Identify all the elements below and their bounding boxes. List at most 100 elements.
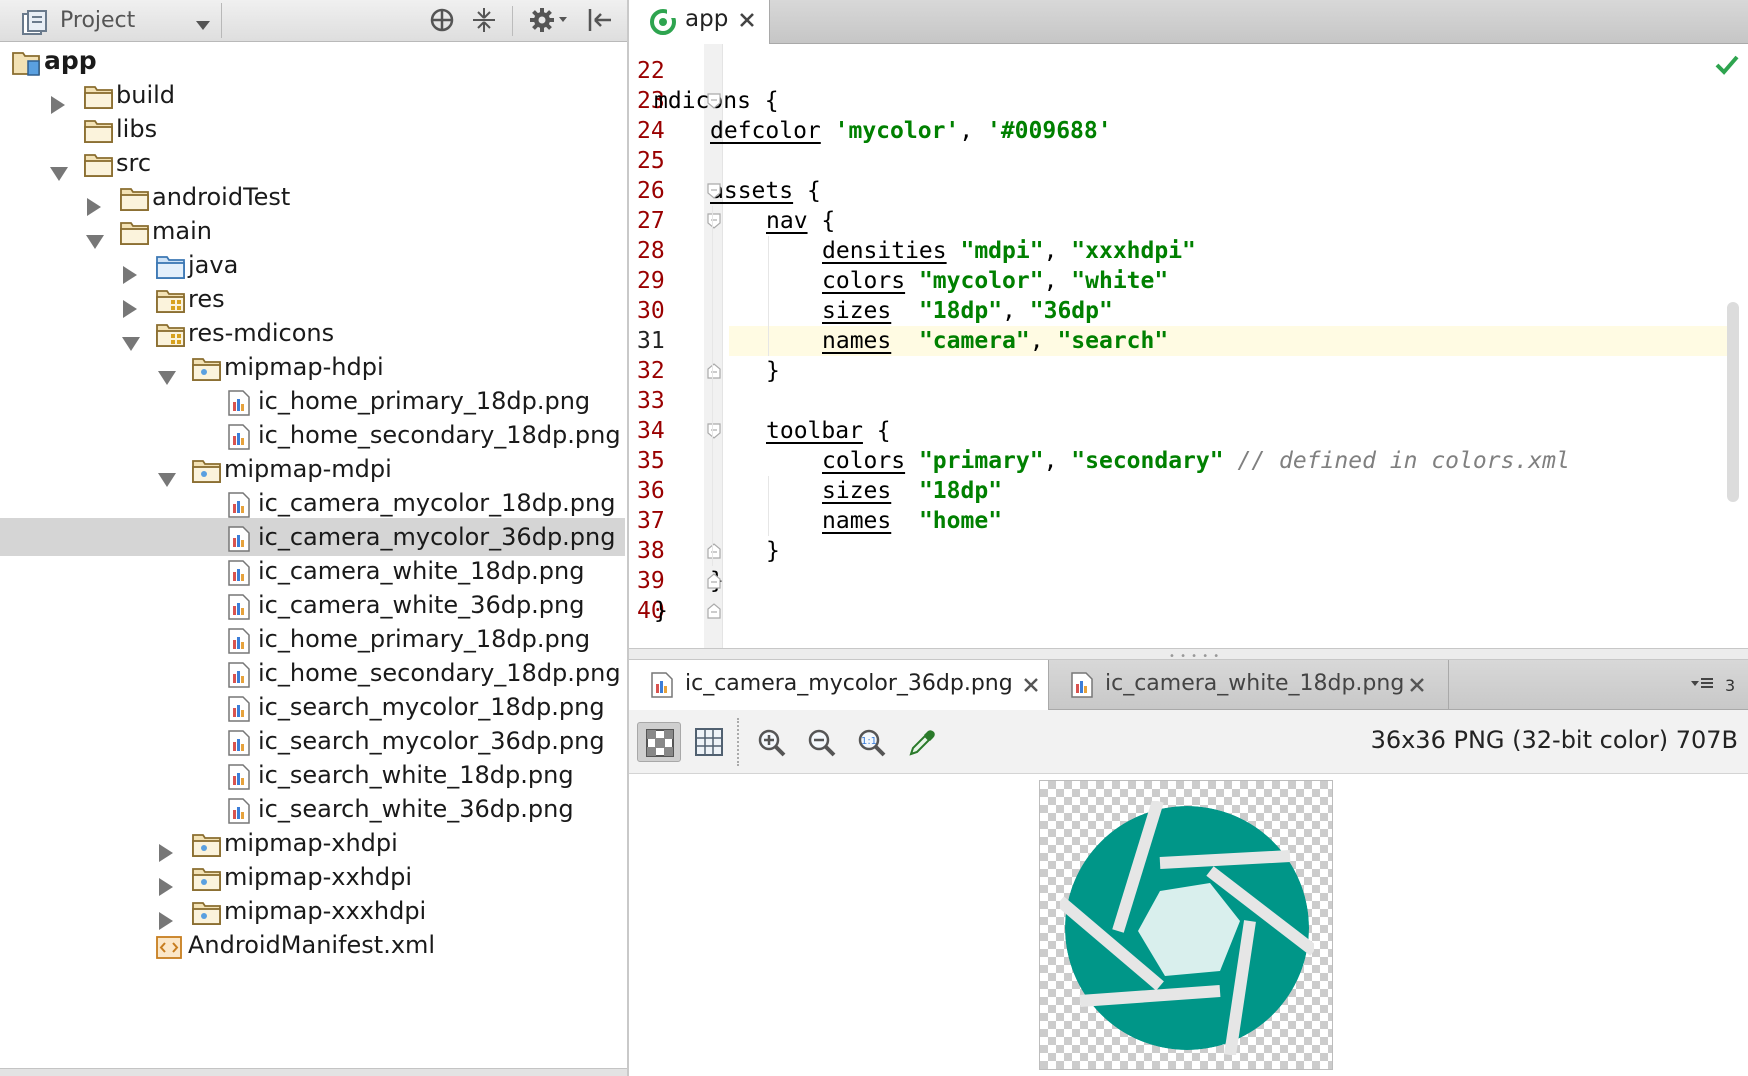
tree-item[interactable]: ic_search_white_18dp.png	[0, 756, 625, 794]
code-line[interactable]: }	[654, 596, 668, 626]
tree-item[interactable]: androidTest	[0, 178, 625, 216]
actual-size-button[interactable]: 1:1	[849, 722, 893, 762]
tree-item[interactable]: ic_camera_white_18dp.png	[0, 552, 625, 590]
code-line[interactable]: }	[766, 536, 780, 566]
fold-close-icon[interactable]	[707, 363, 721, 383]
gear-icon[interactable]	[528, 6, 572, 38]
code-string: "18dp"	[918, 298, 1003, 324]
line-number: 37	[637, 508, 665, 534]
tab-ic-camera-white-18dp[interactable]: ic_camera_white_18dp.png	[1049, 660, 1449, 710]
tree-item[interactable]: ic_search_white_36dp.png	[0, 790, 625, 828]
chessboard-toggle[interactable]	[637, 722, 681, 762]
tree-item[interactable]: ic_camera_mycolor_36dp.png	[0, 518, 625, 556]
tree-item[interactable]: ic_search_mycolor_18dp.png	[0, 688, 625, 726]
tree-item[interactable]: libs	[0, 110, 625, 148]
tree-item-label: main	[152, 217, 212, 245]
close-icon[interactable]	[1023, 677, 1039, 697]
indent-guide	[768, 236, 769, 356]
tab-app[interactable]: app	[629, 0, 770, 44]
code-line[interactable]: colors "mycolor", "white"	[822, 266, 1168, 296]
hidden-tabs-menu[interactable]: 3	[1691, 675, 1735, 695]
tab-ic-camera-mycolor-36dp[interactable]: ic_camera_mycolor_36dp.png	[629, 660, 1049, 710]
crosshair-icon[interactable]	[428, 6, 456, 38]
tree-item-label: ic_search_mycolor_18dp.png	[258, 693, 605, 721]
fold-close-icon[interactable]	[707, 573, 721, 593]
project-view-dropdown[interactable]: Project	[8, 3, 222, 38]
tree-item[interactable]: ic_home_secondary_18dp.png	[0, 654, 625, 692]
vertical-scrollbar[interactable]	[1727, 302, 1739, 502]
code-string: "mycolor"	[918, 268, 1044, 294]
tree-item[interactable]: build	[0, 76, 625, 114]
tree-item[interactable]: mipmap-xxhdpi	[0, 858, 625, 896]
tree-item-label: ic_camera_mycolor_36dp.png	[258, 523, 616, 551]
zoom-in-button[interactable]	[749, 722, 793, 762]
fold-open-icon[interactable]	[707, 213, 721, 233]
fold-open-icon[interactable]	[707, 423, 721, 443]
color-picker-button[interactable]	[899, 722, 943, 762]
fold-close-icon[interactable]	[707, 603, 721, 623]
code-keyword: sizes	[822, 298, 892, 324]
close-icon[interactable]	[1409, 677, 1425, 697]
code-string: 'mycolor'	[834, 118, 960, 144]
code-line[interactable]: densities "mdpi", "xxxhdpi"	[822, 236, 1196, 266]
tree-item[interactable]: mipmap-mdpi	[0, 450, 625, 488]
code-line[interactable]: assets {	[710, 176, 821, 206]
tree-item[interactable]: app	[0, 42, 625, 80]
tree-item[interactable]: java	[0, 246, 625, 284]
code-keyword: colors	[822, 268, 906, 294]
code-line[interactable]: names "camera", "search"	[822, 326, 1168, 356]
code-string: "mdpi"	[960, 238, 1044, 264]
line-number: 29	[637, 268, 665, 294]
fold-open-icon[interactable]	[707, 183, 721, 203]
code-line[interactable]: }	[766, 356, 780, 386]
tree-item-label: mipmap-mdpi	[224, 455, 392, 483]
code-line[interactable]: sizes "18dp", "36dp"	[822, 296, 1113, 326]
project-panel-toolbar: Project	[0, 0, 627, 42]
code-keyword: assets	[710, 178, 794, 204]
grid-toggle[interactable]	[687, 722, 731, 762]
hide-panel-icon[interactable]	[585, 6, 613, 38]
code-keyword: nav	[766, 208, 808, 234]
tree-item[interactable]: ic_search_mycolor_36dp.png	[0, 722, 625, 760]
zoom-out-button[interactable]	[799, 722, 843, 762]
tree-item[interactable]: main	[0, 212, 625, 250]
tree-item[interactable]: mipmap-hdpi	[0, 348, 625, 386]
tree-item[interactable]: src	[0, 144, 625, 182]
tree-item[interactable]: ic_home_primary_18dp.png	[0, 620, 625, 658]
tree-item[interactable]: ic_camera_white_36dp.png	[0, 586, 625, 624]
tab-label: ic_camera_white_18dp.png	[1105, 671, 1405, 696]
tree-item[interactable]: mipmap-xhdpi	[0, 824, 625, 862]
xml-file-icon	[156, 933, 182, 971]
code-line[interactable]: toolbar {	[766, 416, 891, 446]
code-keyword: sizes	[822, 478, 892, 504]
tree-item[interactable]: res-mdicons	[0, 314, 625, 352]
svg-text:1:1: 1:1	[861, 736, 877, 747]
tree-item-label: ic_home_primary_18dp.png	[258, 387, 591, 415]
code-text: ,	[1002, 298, 1030, 324]
code-editor[interactable]: 22 23 24 25 26 27 28 29 30 31 32 33 34 35 36 37 38 39 40 m…	[629, 44, 1748, 648]
tree-item[interactable]: ic_camera_mycolor_18dp.png	[0, 484, 625, 522]
fold-open-icon[interactable]	[707, 93, 721, 113]
tree-item-label: ic_home_secondary_18dp.png	[258, 659, 621, 687]
line-number: 28	[637, 238, 665, 264]
code-text: }	[766, 538, 780, 564]
tree-item[interactable]: res	[0, 280, 625, 318]
collapse-icon[interactable]	[470, 6, 498, 38]
tree-item[interactable]: AndroidManifest.xml	[0, 926, 625, 964]
close-icon[interactable]	[739, 12, 755, 32]
editor-splitter[interactable]: • • • • •	[629, 648, 1748, 662]
tree-item-label: res-mdicons	[188, 319, 335, 347]
code-line[interactable]: defcolor 'mycolor', '#009688'	[710, 116, 1112, 146]
code-line[interactable]: names "home"	[822, 506, 1002, 536]
code-line[interactable]: colors "primary", "secondary" // defined…	[822, 446, 1570, 476]
toolbar-separator	[737, 718, 739, 766]
tree-item[interactable]: ic_home_secondary_18dp.png	[0, 416, 625, 454]
tree-item[interactable]: mipmap-xxxhdpi	[0, 892, 625, 930]
fold-close-icon[interactable]	[707, 543, 721, 563]
code-line[interactable]: sizes "18dp"	[822, 476, 1002, 506]
code-string: "36dp"	[1029, 298, 1113, 324]
tree-item[interactable]: ic_home_primary_18dp.png	[0, 382, 625, 420]
code-line[interactable]: nav {	[766, 206, 835, 236]
